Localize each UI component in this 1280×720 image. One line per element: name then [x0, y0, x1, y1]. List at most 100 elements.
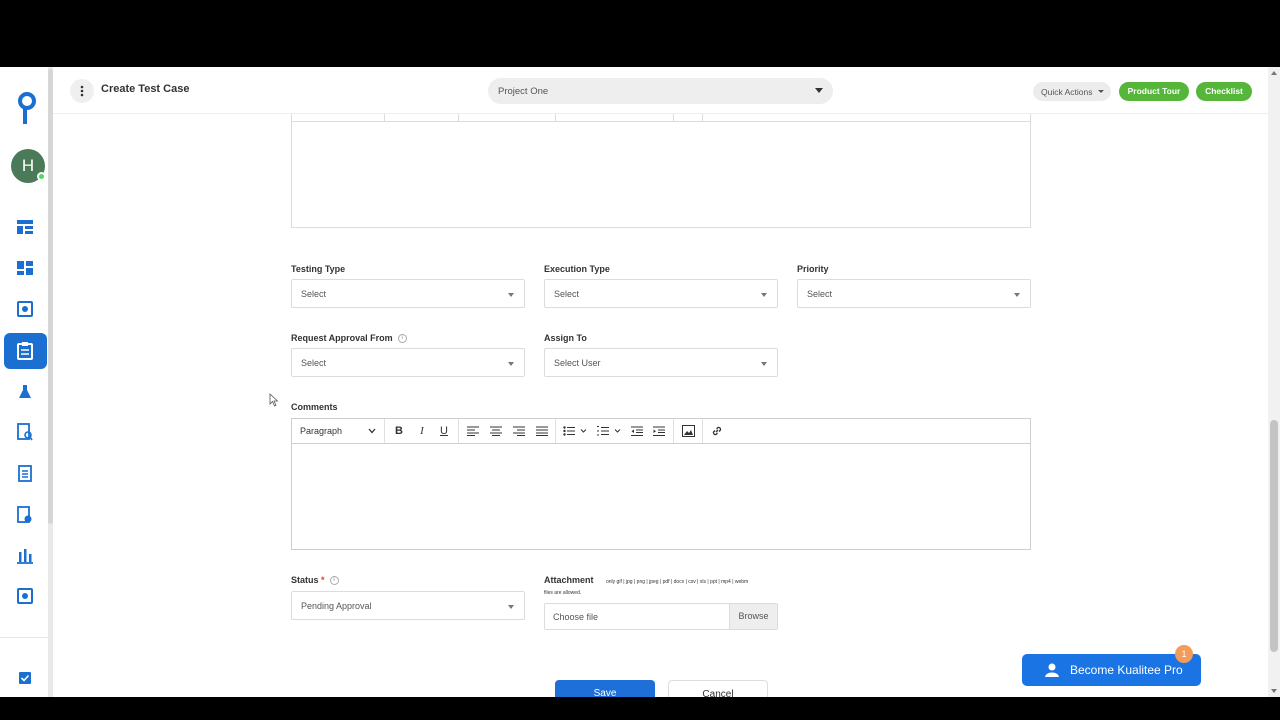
- attachment-label: Attachment: [544, 575, 594, 585]
- toolbar-separator: [702, 114, 703, 122]
- checklist-button[interactable]: Checklist: [1196, 82, 1252, 101]
- scroll-down-arrow-icon[interactable]: [1271, 689, 1277, 693]
- clipboard-icon[interactable]: [15, 463, 35, 483]
- toolbar-separator: [384, 419, 385, 443]
- chevron-down-icon: [761, 293, 767, 297]
- chart-icon[interactable]: [15, 546, 35, 566]
- underline-icon[interactable]: U: [433, 419, 455, 443]
- chevron-down-icon: [508, 605, 514, 609]
- toolbar-separator: [673, 419, 674, 443]
- kebab-icon: [80, 85, 84, 97]
- scroll-up-arrow-icon[interactable]: [1271, 71, 1277, 75]
- priority-value: Select: [807, 289, 833, 299]
- file-input-placeholder: Choose file: [553, 612, 599, 622]
- toolbar-separator: [384, 114, 385, 122]
- align-right-icon[interactable]: [508, 419, 530, 443]
- description-editor[interactable]: [291, 114, 1031, 228]
- indent-icon[interactable]: [648, 419, 670, 443]
- chevron-down-icon: [508, 293, 514, 297]
- attachment-hint-formats: only gif | jpg | png | jpeg | pdf | docx…: [606, 579, 749, 585]
- testing-type-value: Select: [301, 289, 327, 299]
- request-approval-value: Select: [301, 358, 327, 368]
- paragraph-format-dropdown[interactable]: Paragraph: [292, 419, 384, 443]
- testing-type-select[interactable]: Select: [291, 279, 525, 308]
- attachment-hint-allowed: files are allowed.: [544, 590, 582, 596]
- bold-icon[interactable]: B: [388, 419, 410, 443]
- status-label: Status * i: [291, 575, 339, 586]
- become-pro-button[interactable]: Become Kualitee Pro: [1022, 654, 1201, 686]
- insert-link-icon[interactable]: [705, 419, 729, 443]
- sidebar: H: [0, 67, 50, 697]
- assign-to-value: Select User: [554, 358, 601, 368]
- sidebar-divider: [0, 637, 48, 638]
- execution-type-select[interactable]: Select: [544, 279, 778, 308]
- doc-search-icon[interactable]: [15, 422, 35, 442]
- assign-to-label: Assign To: [544, 333, 587, 343]
- toolbar-separator: [702, 419, 703, 443]
- bulleted-list-icon[interactable]: [560, 419, 590, 443]
- priority-select[interactable]: Select: [797, 279, 1031, 308]
- comments-editor-toolbar: Paragraph B I U: [292, 419, 1030, 444]
- request-approval-label: Request Approval From i: [291, 333, 407, 344]
- info-icon[interactable]: i: [329, 576, 339, 586]
- chevron-down-icon: [761, 362, 767, 366]
- project-select[interactable]: Project One: [488, 78, 833, 104]
- outdent-icon[interactable]: [626, 419, 648, 443]
- insert-image-icon[interactable]: [676, 419, 700, 443]
- toolbar-separator: [555, 419, 556, 443]
- browse-button[interactable]: Browse: [729, 604, 777, 629]
- toolbar-separator: [458, 419, 459, 443]
- priority-label: Priority: [797, 264, 829, 274]
- checkbox-icon[interactable]: [15, 668, 35, 688]
- numbered-list-icon[interactable]: [594, 419, 624, 443]
- avatar[interactable]: H: [11, 149, 46, 183]
- settings-doc-icon[interactable]: [15, 299, 35, 319]
- form-content: Testing Type Select Execution Type Selec…: [53, 114, 1268, 697]
- flask-icon[interactable]: [15, 382, 35, 402]
- status-select[interactable]: Pending Approval: [291, 591, 525, 620]
- gear-doc-icon[interactable]: [15, 586, 35, 606]
- chevron-down-icon: [1014, 293, 1020, 297]
- dashboard-icon[interactable]: [15, 258, 35, 278]
- test-cases-icon[interactable]: [15, 341, 35, 361]
- top-bar: Create Test Case Project One Quick Actio…: [53, 67, 1268, 114]
- request-approval-select[interactable]: Select: [291, 348, 525, 377]
- execution-type-value: Select: [554, 289, 580, 299]
- doc-edit-icon[interactable]: [15, 505, 35, 525]
- quick-actions-label: Quick Actions: [1041, 87, 1093, 97]
- avatar-initial: H: [21, 156, 35, 175]
- align-left-icon[interactable]: [462, 419, 484, 443]
- page-scrollbar-thumb[interactable]: [1270, 420, 1278, 652]
- testing-type-label: Testing Type: [291, 264, 346, 274]
- quick-actions-button[interactable]: Quick Actions: [1033, 82, 1111, 101]
- page-scrollbar[interactable]: [1268, 67, 1280, 697]
- chevron-down-icon: [508, 362, 514, 366]
- info-icon[interactable]: i: [397, 334, 407, 344]
- paragraph-format-value: Paragraph: [300, 426, 343, 436]
- toolbar-separator: [673, 114, 674, 122]
- caret-down-icon: [1098, 90, 1104, 93]
- comments-label: Comments: [291, 402, 338, 412]
- assign-to-select[interactable]: Select User: [544, 348, 778, 377]
- more-options-button[interactable]: [70, 79, 94, 103]
- kualitee-logo-icon[interactable]: [14, 91, 38, 125]
- save-button[interactable]: Save: [555, 680, 655, 697]
- status-label-text: Status: [291, 575, 319, 585]
- toolbar-separator: [555, 114, 556, 122]
- align-justify-icon[interactable]: [531, 419, 553, 443]
- italic-icon[interactable]: I: [411, 419, 433, 443]
- product-tour-button[interactable]: Product Tour: [1119, 82, 1189, 101]
- chevron-down-icon: [815, 88, 823, 93]
- become-pro-label: Become Kualitee Pro: [1070, 663, 1183, 677]
- status-value: Pending Approval: [301, 601, 372, 611]
- user-badge-icon: [1045, 663, 1059, 677]
- align-center-icon[interactable]: [485, 419, 507, 443]
- attachment-file-input[interactable]: Choose file Browse: [544, 603, 778, 630]
- project-select-value: Project One: [498, 86, 549, 97]
- request-approval-label-text: Request Approval From: [291, 333, 393, 343]
- layout-icon[interactable]: [15, 217, 35, 237]
- required-mark: *: [321, 575, 325, 585]
- comments-editor[interactable]: Paragraph B I U: [291, 418, 1031, 550]
- cancel-button[interactable]: Cancel: [668, 680, 768, 697]
- execution-type-label: Execution Type: [544, 264, 610, 274]
